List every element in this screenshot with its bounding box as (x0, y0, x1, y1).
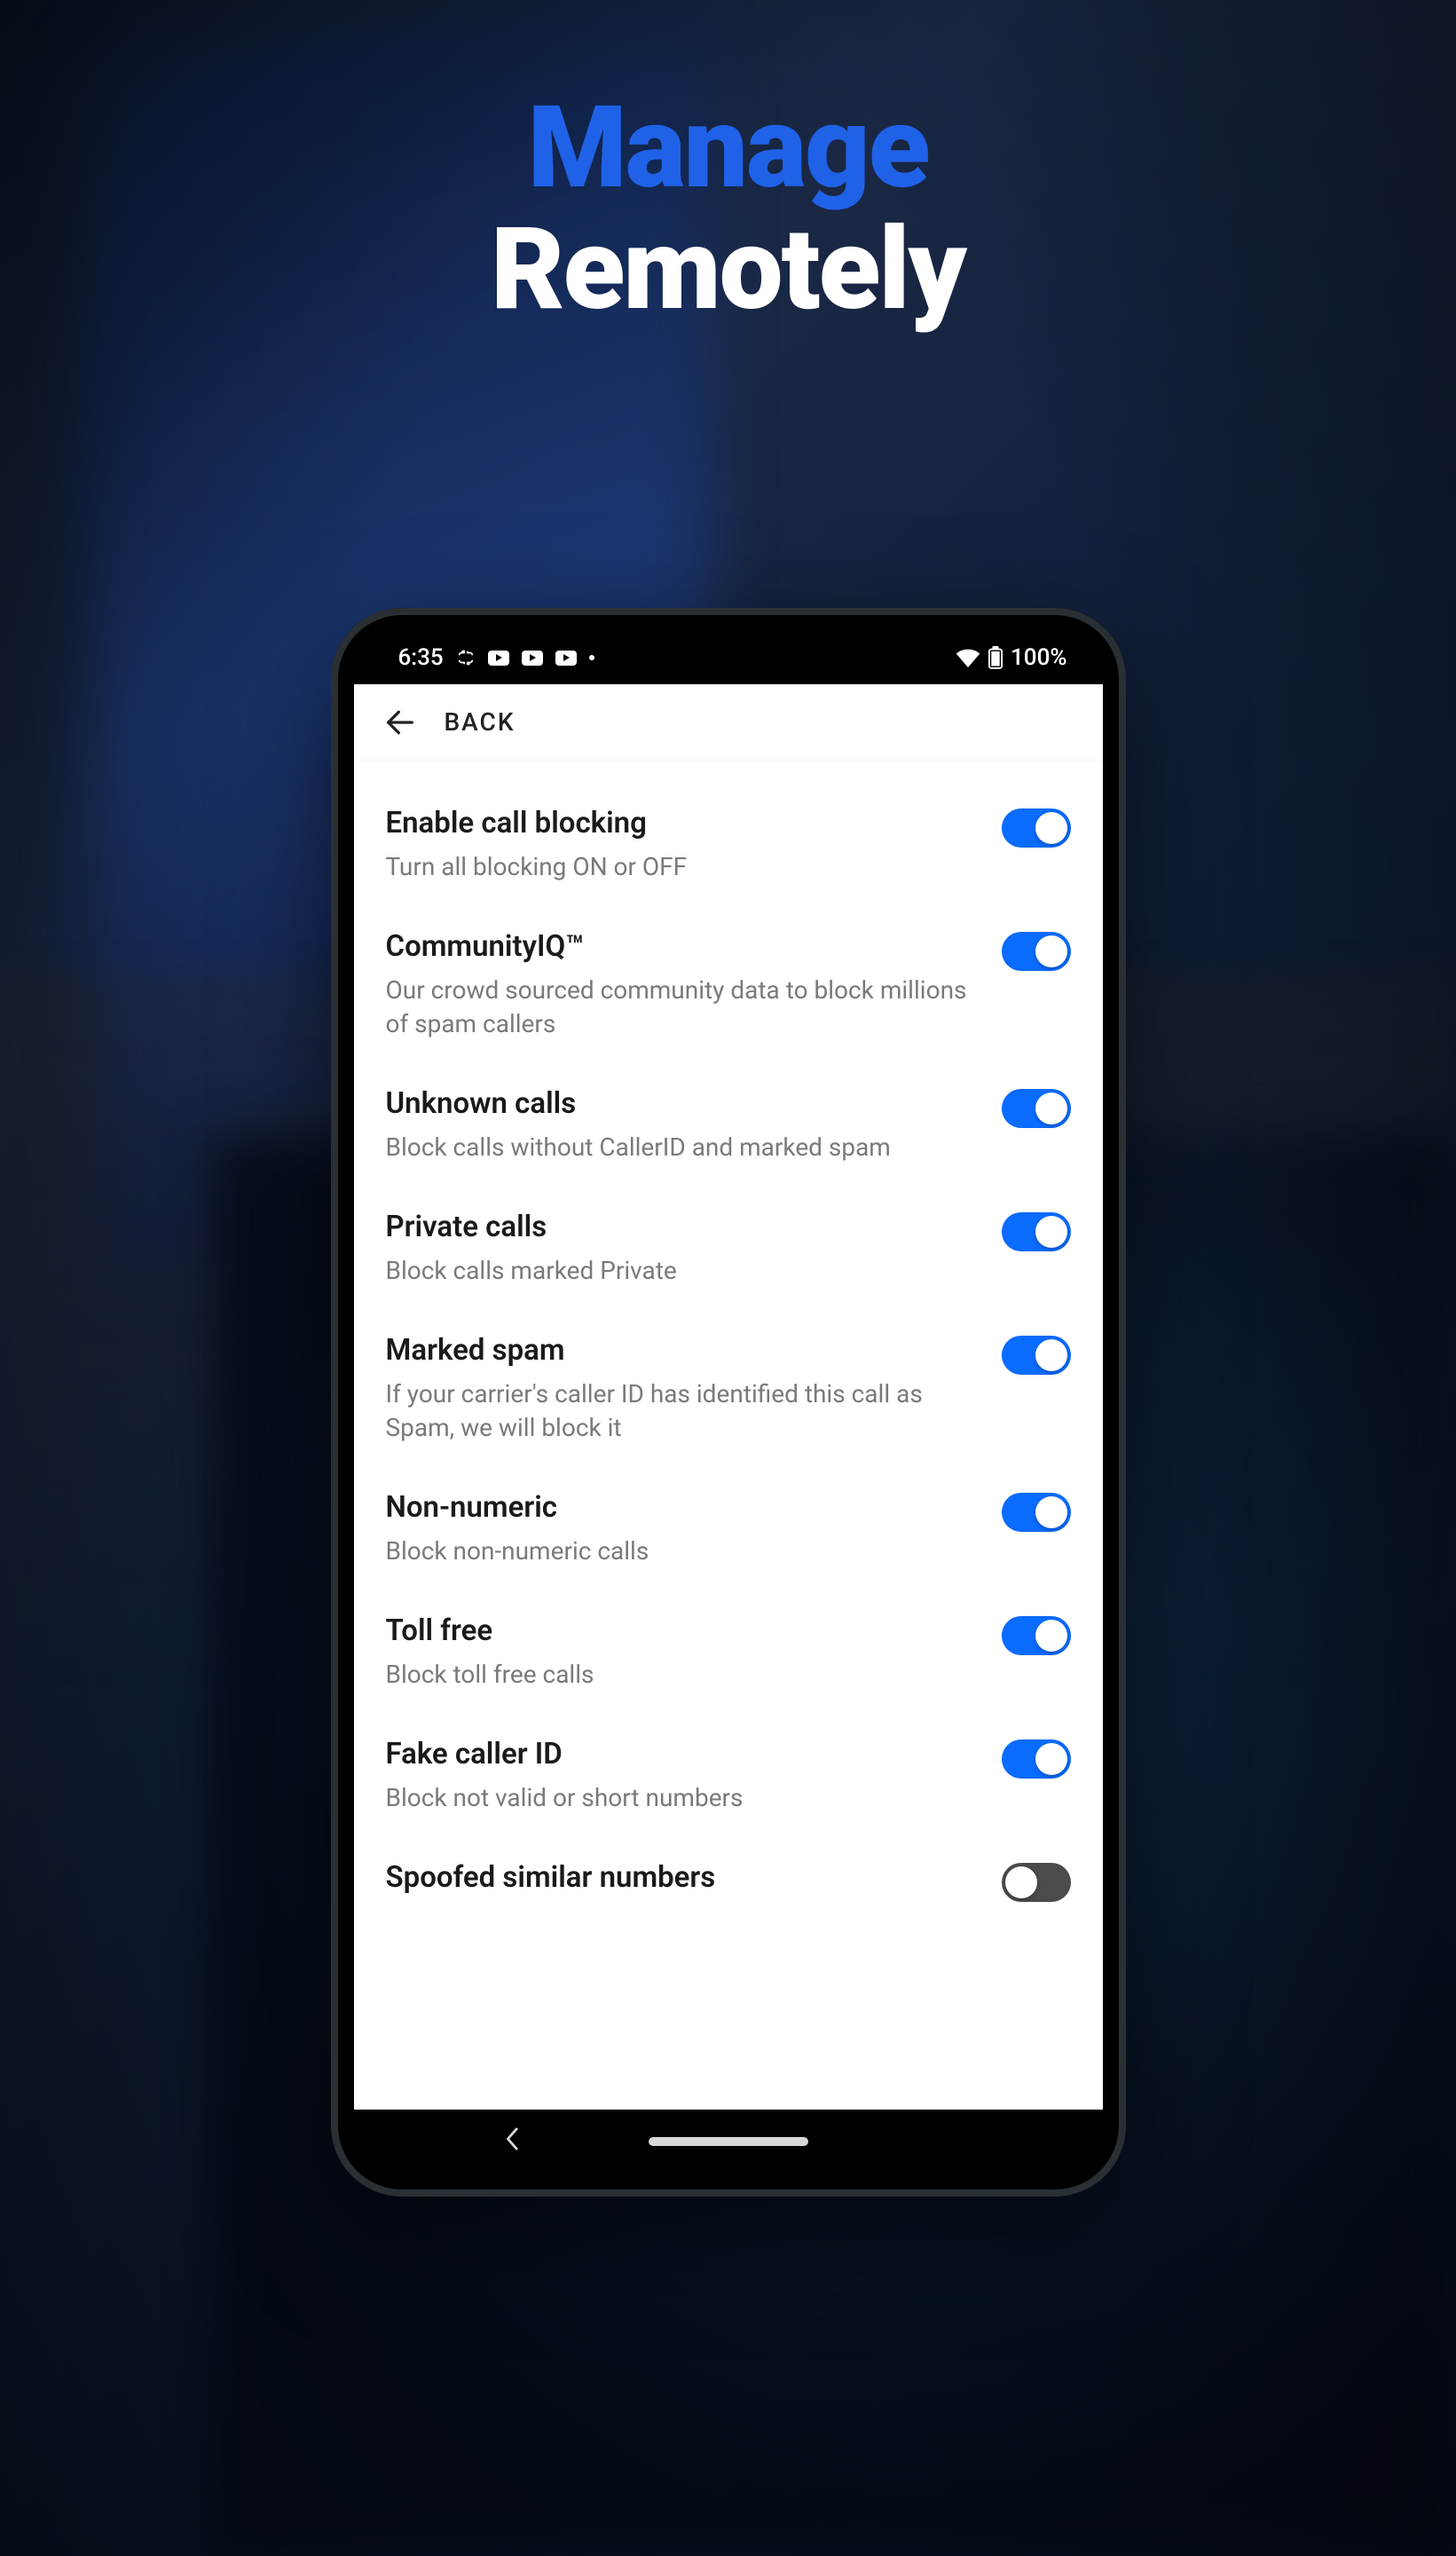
toggle-spoofed-similar[interactable] (1002, 1863, 1071, 1902)
setting-description: Block toll free calls (386, 1658, 984, 1692)
setting-description: Our crowd sourced community data to bloc… (386, 974, 984, 1041)
setting-row-unknown-calls: Unknown calls Block calls without CallerI… (386, 1062, 1071, 1186)
phone-mockup: 6:35 (331, 608, 1126, 2197)
toggle-enable-call-blocking[interactable] (1002, 809, 1071, 848)
youtube-icon (522, 651, 543, 666)
android-nav-bar (354, 2110, 1103, 2173)
setting-title: Marked spam (386, 1332, 984, 1369)
setting-title: Spoofed similar numbers (386, 1859, 984, 1896)
shuffle-icon (456, 648, 476, 667)
toggle-toll-free[interactable] (1002, 1616, 1071, 1655)
setting-text: Enable call blocking Turn all blocking ON… (386, 805, 984, 884)
battery-icon (988, 646, 1003, 669)
battery-percent: 100% (1011, 644, 1066, 671)
setting-description: Turn all blocking ON or OFF (386, 850, 984, 884)
setting-row-private-calls: Private calls Block calls marked Private (386, 1186, 1071, 1309)
setting-text: Private calls Block calls marked Private (386, 1209, 984, 1288)
nav-back-button[interactable] (505, 2126, 521, 2158)
status-left: 6:35 (398, 644, 594, 671)
toggle-knob (1035, 935, 1067, 967)
setting-title: Unknown calls (386, 1085, 984, 1122)
setting-text: Marked spam If your carrier's caller ID h… (386, 1332, 984, 1445)
toggle-community-iq[interactable] (1002, 932, 1071, 971)
setting-title: Private calls (386, 1209, 984, 1245)
setting-description: Block calls marked Private (386, 1254, 984, 1288)
toggle-knob (1035, 1093, 1067, 1124)
hero-line-2: Remotely (0, 208, 1456, 333)
nav-home-pill[interactable] (649, 2137, 808, 2146)
hero-title: Manage Remotely (0, 89, 1456, 333)
setting-text: Unknown calls Block calls without CallerI… (386, 1085, 984, 1164)
app-header: BACK (354, 684, 1103, 761)
setting-title: Enable call blocking (386, 805, 984, 841)
toggle-marked-spam[interactable] (1002, 1336, 1071, 1375)
setting-row-enable-call-blocking: Enable call blocking Turn all blocking ON… (386, 782, 1071, 905)
youtube-icon (488, 651, 509, 666)
setting-title: Toll free (386, 1613, 984, 1649)
toggle-knob (1035, 1216, 1067, 1248)
setting-row-fake-caller-id: Fake caller ID Block not valid or short n… (386, 1713, 1071, 1836)
toggle-unknown-calls[interactable] (1002, 1089, 1071, 1128)
hero-line-1: Manage (0, 89, 1456, 208)
setting-row-marked-spam: Marked spam If your carrier's caller ID h… (386, 1309, 1071, 1466)
settings-list[interactable]: Enable call blocking Turn all blocking ON… (354, 761, 1103, 2110)
dot-icon (589, 655, 594, 660)
setting-text: Fake caller ID Block not valid or short n… (386, 1736, 984, 1815)
status-right: 100% (956, 644, 1066, 671)
setting-description: If your carrier's caller ID has identifi… (386, 1377, 984, 1445)
setting-row-spoofed-similar: Spoofed similar numbers (386, 1836, 1071, 1923)
toggle-knob (1035, 1496, 1067, 1528)
back-label: BACK (445, 707, 516, 737)
setting-text: Spoofed similar numbers (386, 1859, 984, 1896)
toggle-fake-caller-id[interactable] (1002, 1740, 1071, 1779)
setting-text: Toll free Block toll free calls (386, 1613, 984, 1692)
setting-description: Block calls without CallerID and marked … (386, 1131, 984, 1164)
setting-description: Block non-numeric calls (386, 1534, 984, 1568)
toggle-knob (1035, 1339, 1067, 1371)
phone-screen: 6:35 (354, 631, 1103, 2173)
setting-row-non-numeric: Non-numeric Block non-numeric calls (386, 1466, 1071, 1590)
setting-text: CommunityIQ™ Our crowd sourced community … (386, 928, 984, 1041)
setting-description: Block not valid or short numbers (386, 1781, 984, 1815)
setting-row-toll-free: Toll free Block toll free calls (386, 1590, 1071, 1713)
setting-title: Non-numeric (386, 1489, 984, 1526)
toggle-knob (1035, 1743, 1067, 1775)
wifi-icon (956, 648, 980, 667)
setting-title: Fake caller ID (386, 1736, 984, 1772)
toggle-knob (1005, 1866, 1037, 1898)
toggle-non-numeric[interactable] (1002, 1493, 1071, 1532)
status-bar: 6:35 (354, 631, 1103, 684)
setting-text: Non-numeric Block non-numeric calls (386, 1489, 984, 1568)
arrow-left-icon (382, 705, 418, 740)
back-button[interactable] (381, 703, 420, 742)
toggle-knob (1035, 1620, 1067, 1652)
toggle-private-calls[interactable] (1002, 1212, 1071, 1251)
status-time: 6:35 (398, 644, 444, 671)
setting-title: CommunityIQ™ (386, 928, 984, 965)
toggle-knob (1035, 812, 1067, 844)
setting-row-community-iq: CommunityIQ™ Our crowd sourced community … (386, 905, 1071, 1062)
youtube-icon (555, 651, 577, 666)
